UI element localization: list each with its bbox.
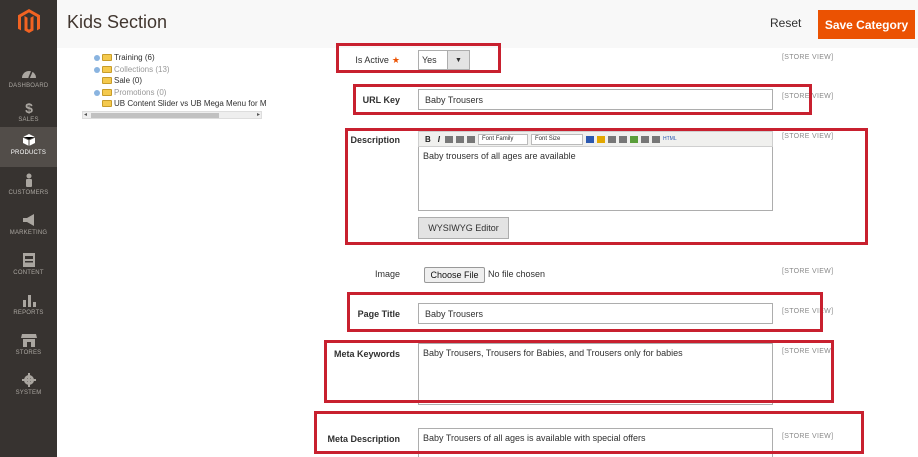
- choose-file-button[interactable]: Choose File: [424, 267, 485, 283]
- nav-stores[interactable]: STORES: [0, 327, 57, 367]
- tree-item[interactable]: Promotions (0): [94, 88, 166, 97]
- save-category-button[interactable]: Save Category: [818, 10, 915, 39]
- folder-icon: [102, 66, 112, 73]
- box-icon: [22, 134, 35, 146]
- highlight-box: [347, 292, 823, 332]
- nav-label: CUSTOMERS: [8, 190, 49, 196]
- nav-products[interactable]: PRODUCTS: [0, 127, 57, 167]
- magento-logo[interactable]: [0, 0, 57, 44]
- scroll-right-icon[interactable]: ▸: [257, 111, 260, 118]
- dashboard-icon: [21, 70, 36, 79]
- tree-item-label: Sale (0): [114, 76, 143, 85]
- admin-sidebar: DASHBOARD $ SALES PRODUCTS CUSTOMERS MAR…: [0, 0, 57, 457]
- tree-item[interactable]: UB Content Slider vs UB Mega Menu for M: [102, 99, 267, 108]
- reset-button[interactable]: Reset: [770, 16, 801, 30]
- scroll-thumb[interactable]: [91, 113, 219, 118]
- highlight-box: [336, 43, 501, 73]
- magento-logo-icon: [17, 9, 40, 33]
- svg-text:$: $: [25, 100, 33, 114]
- megaphone-icon: [22, 214, 34, 226]
- image-label: Image: [374, 269, 400, 279]
- tree-item[interactable]: Collections (13): [94, 65, 170, 74]
- tree-item-label: Training (6): [114, 53, 155, 62]
- page-header: Kids Section Reset Save Category: [57, 0, 918, 48]
- nav-label: SALES: [18, 117, 39, 123]
- nav-label: REPORTS: [13, 310, 44, 316]
- tree-item-label: Collections (13): [114, 65, 170, 74]
- folder-icon: [102, 89, 112, 96]
- expand-icon[interactable]: [94, 54, 100, 61]
- nav-customers[interactable]: CUSTOMERS: [0, 167, 57, 207]
- nav-label: CONTENT: [13, 270, 44, 276]
- tree-item[interactable]: Sale (0): [102, 76, 142, 85]
- folder-icon: [102, 77, 112, 84]
- scope-label: [STORE VIEW]: [782, 54, 834, 61]
- tree-item[interactable]: Training (6): [94, 53, 155, 62]
- nav-content[interactable]: CONTENT: [0, 247, 57, 287]
- nav-reports[interactable]: REPORTS: [0, 287, 57, 327]
- dollar-icon: $: [25, 100, 33, 114]
- category-tree: Training (6) Collections (13) Sale (0) P…: [90, 48, 267, 120]
- bar-chart-icon: [22, 295, 36, 307]
- content-icon: [22, 253, 35, 267]
- nav-label: DASHBOARD: [8, 83, 49, 89]
- nav-label: STORES: [15, 350, 42, 356]
- highlight-box: [314, 411, 864, 454]
- tree-item-label: Promotions (0): [114, 88, 167, 97]
- file-status-text: No file chosen: [488, 269, 546, 279]
- scope-label: [STORE VIEW]: [782, 268, 834, 275]
- nav-label: PRODUCTS: [10, 150, 47, 156]
- person-icon: [25, 173, 32, 187]
- page-title: Kids Section: [67, 12, 168, 32]
- nav-system[interactable]: SYSTEM: [0, 367, 57, 407]
- scroll-left-icon[interactable]: ◂: [84, 111, 87, 118]
- store-icon: [20, 334, 37, 347]
- nav-marketing[interactable]: MARKETING: [0, 207, 57, 247]
- gear-icon: [21, 373, 36, 387]
- expand-icon[interactable]: [94, 89, 100, 96]
- folder-icon: [102, 54, 112, 61]
- tree-horizontal-scrollbar[interactable]: ◂ ▸: [82, 111, 262, 119]
- highlight-box: [345, 128, 868, 245]
- expand-icon[interactable]: [94, 66, 100, 73]
- nav-label: SYSTEM: [15, 390, 42, 396]
- folder-icon: [102, 100, 112, 107]
- highlight-box: [324, 340, 834, 403]
- tree-item-label: UB Content Slider vs UB Mega Menu for M: [114, 99, 267, 108]
- highlight-box: [353, 84, 812, 115]
- nav-label: MARKETING: [9, 230, 48, 236]
